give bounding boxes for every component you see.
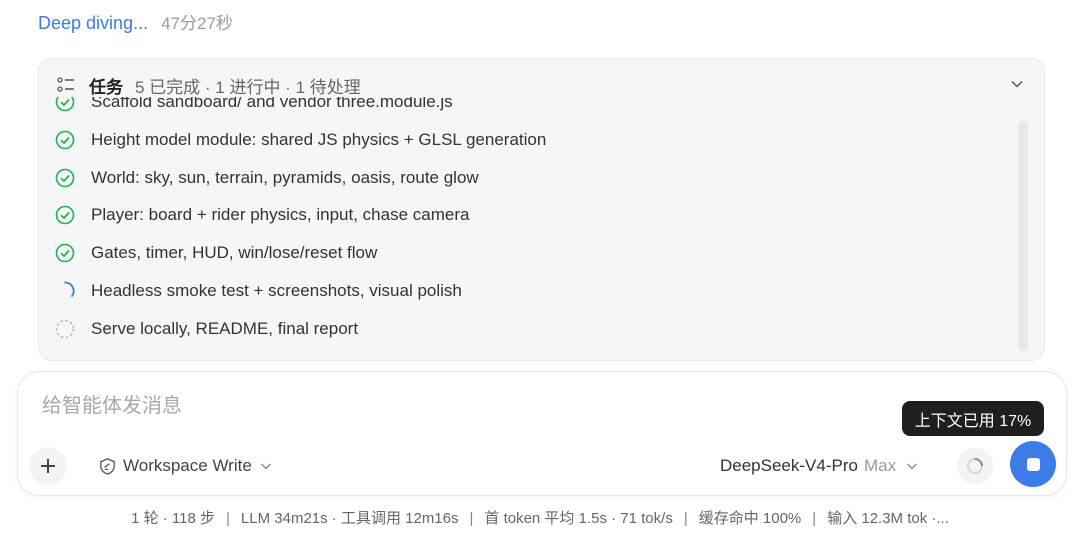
model-name: DeepSeek-V4-Pro [720, 456, 858, 475]
separator: | [812, 510, 817, 527]
task-label: Scaffold sandboard/ and vendor three.mod… [91, 97, 453, 111]
stats-bar: 1 轮 · 118 步 | LLM 34m21s · 工具调用 12m16s | 首 t… [0, 507, 1080, 528]
task-item: World: sky, sun, terrain, pyramids, oasi… [55, 166, 479, 190]
task-label: Gates, timer, HUD, win/lose/reset flow [91, 243, 378, 262]
spinner-icon [64, 281, 75, 297]
stat-cache: 缓存命中 100% [698, 510, 802, 527]
task-item: Height model module: shared JS physics +… [55, 128, 546, 152]
status-line: Deep diving... 47分27秒 [38, 9, 233, 34]
plus-icon [41, 459, 55, 473]
task-title: 任务 [89, 77, 123, 97]
task-label: Headless smoke test + screenshots, visua… [91, 281, 462, 300]
task-label: World: sky, sun, terrain, pyramids, oasi… [91, 168, 479, 187]
chevron-down-icon [907, 463, 918, 470]
task-item: Gates, timer, HUD, win/lose/reset flow [55, 241, 377, 265]
stat-input: 输入 12.3M tok ·... [827, 510, 949, 527]
list-icon [57, 77, 74, 92]
task-item: Serve locally, README, final report [55, 317, 358, 341]
check-circle-icon [55, 243, 75, 263]
elapsed-time: 47分27秒 [161, 14, 233, 33]
context-tooltip: 上下文已用 17% [902, 401, 1044, 436]
workspace-label: Workspace Write [123, 456, 252, 475]
model-select-button[interactable]: DeepSeek-V4-Pro Max [720, 454, 918, 478]
task-label: Height model module: shared JS physics +… [91, 130, 547, 149]
dashed-circle-icon [55, 319, 75, 339]
check-circle-icon [55, 168, 75, 188]
task-item: Player: board + rider physics, input, ch… [55, 203, 469, 227]
status-title: Deep diving... [38, 13, 149, 33]
task-list: Scaffold sandboard/ and vendor three.mod… [39, 97, 1044, 360]
task-item: Headless smoke test + screenshots, visua… [55, 279, 462, 303]
check-circle-icon [55, 130, 75, 150]
workspace-permission-button[interactable]: Workspace Write [98, 454, 272, 478]
task-panel: 任务 5 已完成 · 1 进行中 · 1 待处理 Scaffold sandbo… [38, 58, 1045, 361]
task-item: Scaffold sandboard/ and vendor three.mod… [55, 97, 453, 114]
shield-edit-icon [100, 457, 115, 475]
chevron-down-icon[interactable] [1010, 77, 1024, 91]
task-label: Player: board + rider physics, input, ch… [91, 205, 470, 224]
task-header[interactable]: 任务 5 已完成 · 1 进行中 · 1 待处理 [57, 73, 361, 97]
check-circle-icon [55, 205, 75, 225]
add-attachment-button[interactable] [29, 447, 67, 485]
message-input[interactable] [40, 394, 744, 419]
model-tier: Max [863, 456, 897, 475]
stat-turns: 1 轮 · 118 步 [131, 510, 216, 527]
stop-icon [1026, 457, 1040, 471]
spinner-icon [967, 458, 983, 474]
stat-first-token: 首 token 平均 1.5s · 71 tok/s [484, 510, 673, 527]
task-summary: 5 已完成 · 1 进行中 · 1 待处理 [135, 77, 361, 97]
separator: | [683, 510, 688, 527]
scrollbar[interactable] [1018, 121, 1028, 351]
stat-llm: LLM 34m21s · 工具调用 12m16s [240, 510, 459, 527]
chevron-down-icon [260, 463, 271, 470]
stop-button[interactable] [1010, 441, 1056, 487]
task-label: Serve locally, README, final report [91, 319, 359, 338]
context-usage-button[interactable] [957, 448, 993, 484]
separator: | [469, 510, 474, 527]
check-circle-icon [55, 97, 75, 112]
separator: | [226, 510, 230, 527]
